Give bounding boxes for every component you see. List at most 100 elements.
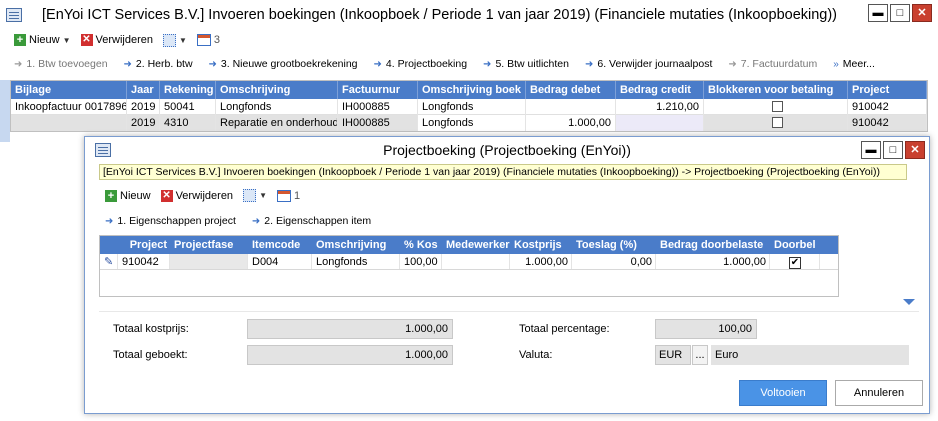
cell-factuurnummer[interactable]: IH000885 [338,98,418,115]
col-bedrag-credit[interactable]: Bedrag credit [616,81,704,99]
cell-jaar[interactable]: 2019 [127,98,160,115]
attachments-button[interactable]: 1 [276,189,300,202]
col-project[interactable]: Project [118,236,170,254]
cell-jaar[interactable]: 2019 [127,114,160,131]
step-label: 1. Btw toevoegen [26,58,108,70]
minimize-button[interactable]: ▬ [868,4,888,22]
cell-bijlage[interactable]: Inkoopfactuur 0017896 [11,98,127,115]
cell-bedrag-debet[interactable] [526,98,616,115]
cell-bedrag-doorbelast[interactable]: 1.000,00 [656,254,770,269]
cell-project[interactable]: 910042 [118,254,170,269]
cell-omschrijving[interactable]: Longfonds [216,98,338,115]
step-eigenschappen-project[interactable]: ➜ 1. Eigenschappen project [105,215,236,227]
valuta-code-field[interactable]: EUR [655,345,691,365]
step-btw-uitlichten[interactable]: ➜ 5. Btw uitlichten [483,58,569,70]
totaal-geboekt-field: 1.000,00 [247,345,453,365]
cell-project[interactable]: 910042 [848,98,927,115]
step-label: 5. Btw uitlichten [495,58,569,70]
cancel-button[interactable]: Annuleren [835,380,923,406]
breadcrumb: [EnYoi ICT Services B.V.] Invoeren boeki… [99,164,907,180]
step-meer[interactable]: » Meer... [833,58,875,70]
cell-bedrag-credit[interactable]: 1.210,00 [616,98,704,115]
arrow-right-icon: ➜ [251,215,261,227]
col-bedrag-doorbelast[interactable]: Bedrag doorbelaste [656,236,770,254]
step-label: 1. Eigenschappen project [117,215,236,227]
totaal-kostprijs-label: Totaal kostprijs: [113,323,189,335]
grid-options-button[interactable]: ▼ [243,189,267,202]
col-kost-percentage[interactable]: % Kos [400,236,442,254]
arrow-right-icon: ➜ [105,215,114,227]
col-blokkeren[interactable]: Blokkeren voor betaling [704,81,848,99]
cell-rekening[interactable]: 50041 [160,98,216,115]
bookings-grid: Bijlage Jaar Rekening Omschrijving Factu… [10,80,928,132]
cell-omschrijving[interactable]: Reparatie en onderhoud [216,114,338,131]
col-project[interactable]: Project [848,81,927,99]
close-button[interactable]: ✕ [905,141,925,159]
checkbox[interactable] [772,117,783,129]
arrow-right-icon: ➜ [483,58,492,70]
cell-projectfase[interactable] [170,254,248,269]
step-herb-btw[interactable]: ➜ 2. Herb. btw [124,58,193,70]
delete-icon: ✕ [80,34,93,46]
table-row[interactable]: Inkoopfactuur 0017896 2019 50041 Longfon… [11,98,927,115]
cell-blokkeren[interactable] [704,114,848,131]
step-nieuwe-grootboekrekening[interactable]: ➜ 3. Nieuwe grootboekrekening [209,58,358,70]
cell-omschrijving[interactable]: Longfonds [312,254,400,269]
checkbox[interactable] [772,101,783,113]
col-itemcode[interactable]: Itemcode [248,236,312,254]
grid-options-button[interactable]: ▼ [162,33,187,47]
col-toeslag[interactable]: Toeslag (%) [572,236,656,254]
cell-blokkeren[interactable] [704,98,848,115]
step-verwijder-journaalpost[interactable]: ➜ 6. Verwijder journaalpost [585,58,712,70]
col-omschrijving[interactable]: Omschrijving [312,236,400,254]
cell-itemcode[interactable]: D004 [248,254,312,269]
cell-toeslag[interactable]: 0,00 [572,254,656,269]
col-bijlage[interactable]: Bijlage [11,81,127,99]
delete-button[interactable]: ✕ Verwijderen [160,189,233,202]
cell-omschrijving-boeking[interactable]: Longfonds [418,114,526,131]
cell-bedrag-debet[interactable]: 1.000,00 [526,114,616,131]
cell-kost-percentage[interactable]: 100,00 [400,254,442,269]
attachment-count: 3 [213,34,221,46]
cell-bedrag-credit[interactable] [616,114,704,131]
scroll-down-icon[interactable] [903,299,915,305]
step-bar: ➜ 1. Btw toevoegen ➜ 2. Herb. btw ➜ 3. Nieu… [0,53,938,75]
col-rekening[interactable]: Rekening [160,81,216,99]
maximize-button[interactable]: □ [883,141,903,159]
cell-bijlage[interactable] [11,114,127,131]
delete-button[interactable]: ✕ Verwijderen [80,34,153,46]
cell-rekening[interactable]: 4310 [160,114,216,131]
cell-factuurnummer[interactable]: IH000885 [338,114,418,131]
close-button[interactable]: ✕ [912,4,932,22]
cell-project[interactable]: 910042 [848,114,927,131]
table-row[interactable]: ✎ 910042 D004 Longfonds 100,00 1.000,00 … [100,254,838,270]
minimize-button[interactable]: ▬ [861,141,881,159]
attachments-button[interactable]: 3 [196,34,221,46]
cell-doorbelasten[interactable]: ✔ [770,254,820,269]
col-kostprijs[interactable]: Kostprijs [510,236,572,254]
step-factuurdatum[interactable]: ➜ 7. Factuurdatum [728,58,817,70]
col-omschrijving[interactable]: Omschrijving [216,81,338,99]
new-button[interactable]: + Nieuw [105,189,151,202]
step-label: 4. Projectboeking [385,58,468,70]
col-jaar[interactable]: Jaar [127,81,160,99]
valuta-lookup-button[interactable]: ... [692,345,708,365]
col-bedrag-debet[interactable]: Bedrag debet [526,81,616,99]
checkbox-checked[interactable]: ✔ [789,257,801,269]
new-button[interactable]: + Nieuw ▼ [14,34,71,46]
col-omschrijving-boeking[interactable]: Omschrijving boek [418,81,526,99]
table-row[interactable]: 2019 4310 Reparatie en onderhoud IH00088… [11,114,927,131]
cell-kostprijs[interactable]: 1.000,00 [510,254,572,269]
chevron-down-icon[interactable]: ▼ [63,36,71,45]
cell-medewerker[interactable] [442,254,510,269]
col-factuurnummer[interactable]: Factuurnur [338,81,418,99]
step-btw-toevoegen[interactable]: ➜ 1. Btw toevoegen [14,58,108,70]
col-projectfase[interactable]: Projectfase [170,236,248,254]
col-doorbelasten[interactable]: Doorbel [770,236,820,254]
finish-button[interactable]: Voltooien [739,380,827,406]
step-projectboeking[interactable]: ➜ 4. Projectboeking [374,58,468,70]
step-eigenschappen-item[interactable]: ➜ 2. Eigenschappen item [252,215,371,227]
cell-omschrijving-boeking[interactable]: Longfonds [418,98,526,115]
maximize-button[interactable]: □ [890,4,910,22]
col-medewerker[interactable]: Medewerker [442,236,510,254]
